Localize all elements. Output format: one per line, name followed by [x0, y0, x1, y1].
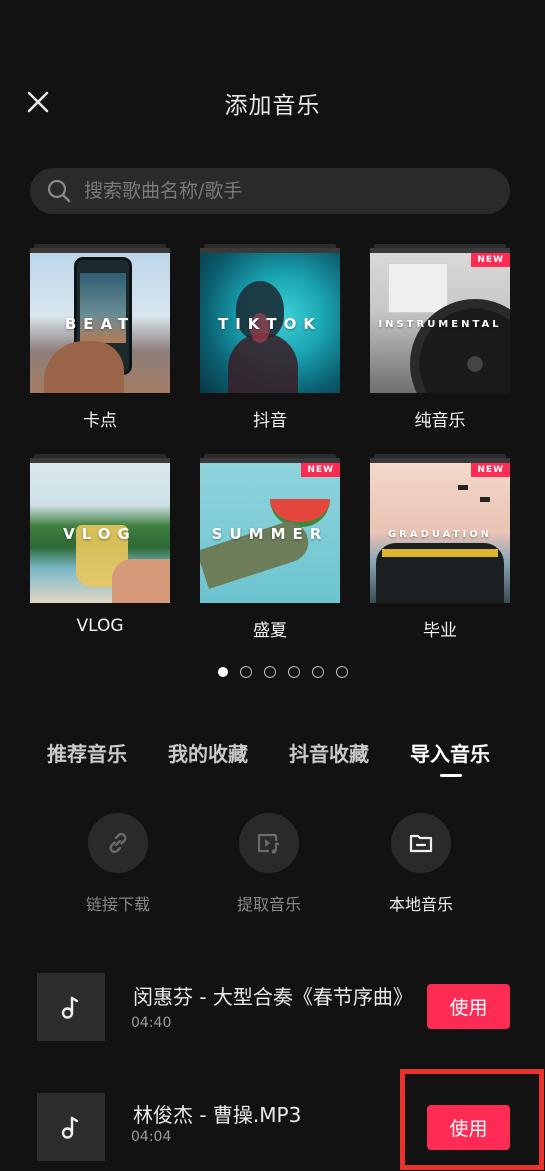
category-thumbnail: VLOG	[30, 463, 170, 603]
folder-icon	[409, 834, 433, 853]
page-dot[interactable]	[217, 667, 228, 677]
link-icon	[109, 832, 127, 854]
category-label: 毕业	[423, 621, 457, 641]
tab-import-music[interactable]: 导入音乐	[410, 738, 490, 767]
category-label: VLOG	[76, 616, 124, 636]
tab-favorites[interactable]: 我的收藏	[168, 738, 248, 767]
link-download-button[interactable]: 链接下载	[63, 813, 173, 915]
song-duration: 04:04	[131, 1129, 172, 1145]
category-overlay-text: GRADUATION	[387, 529, 493, 540]
category-thumbnail: TIKTOK	[200, 253, 340, 393]
category-label: 盛夏	[253, 621, 287, 641]
category-overlay-text: VLOG	[63, 525, 137, 543]
local-music-button[interactable]: 本地音乐	[366, 813, 476, 915]
page-dot[interactable]	[263, 666, 276, 678]
category-overlay-text: BEAT	[64, 315, 136, 333]
new-badge: NEW	[301, 463, 340, 477]
category-thumbnail: GRADUATION	[370, 463, 510, 603]
page-dot[interactable]	[239, 666, 252, 678]
use-button[interactable]: 使用	[427, 984, 510, 1029]
highlight-box	[400, 1069, 544, 1170]
page-dot[interactable]	[287, 666, 300, 678]
category-overlay-text: TIKTOK	[217, 315, 323, 333]
category-thumbnail: BEAT	[30, 253, 170, 393]
song-title: 闵惠芬 - 大型合奏《春节序曲》	[133, 985, 413, 1009]
music-note-icon	[61, 996, 79, 1019]
category-thumbnail: SUMMER	[200, 463, 340, 603]
category-overlay-text: INSTRUMENTAL	[378, 319, 502, 330]
category-label: 纯音乐	[414, 411, 466, 431]
action-label: 提取音乐	[236, 895, 301, 914]
page-indicator	[0, 666, 545, 678]
page-dot[interactable]	[311, 666, 324, 678]
song-title: 林俊杰 - 曹操.MP3	[133, 1103, 302, 1127]
new-badge: NEW	[471, 463, 510, 477]
song-duration: 04:40	[131, 1015, 172, 1031]
extract-music-button[interactable]: 提取音乐	[214, 813, 324, 915]
tab-tiktok-favorites[interactable]: 抖音收藏	[289, 738, 369, 767]
tab-recommended[interactable]: 推荐音乐	[47, 738, 127, 767]
page-dot[interactable]	[335, 666, 348, 678]
add-music-screen: 添加音乐 BEAT 卡点 TIK	[0, 0, 545, 1171]
music-tabs: 推荐音乐 我的收藏 抖音收藏 导入音乐	[30, 738, 515, 778]
video-music-icon	[257, 833, 280, 854]
song-item[interactable]: 闵惠芬 - 大型合奏《春节序曲》 04:40 使用	[0, 973, 545, 1043]
action-label: 本地音乐	[388, 895, 453, 914]
new-badge: NEW	[471, 253, 510, 267]
search-icon	[47, 179, 71, 203]
music-note-icon	[61, 1116, 79, 1139]
category-label: 卡点	[83, 411, 117, 431]
song-cover	[37, 973, 105, 1041]
category-overlay-text: SUMMER	[211, 525, 329, 543]
search-input[interactable]	[72, 180, 510, 202]
category-thumbnail: INSTRUMENTAL	[370, 253, 510, 393]
page-title: 添加音乐	[224, 93, 321, 119]
song-cover	[37, 1093, 105, 1161]
action-label: 链接下载	[85, 895, 150, 914]
search-bar[interactable]	[30, 168, 510, 214]
active-tab-indicator	[440, 774, 462, 777]
category-label: 抖音	[253, 411, 287, 431]
